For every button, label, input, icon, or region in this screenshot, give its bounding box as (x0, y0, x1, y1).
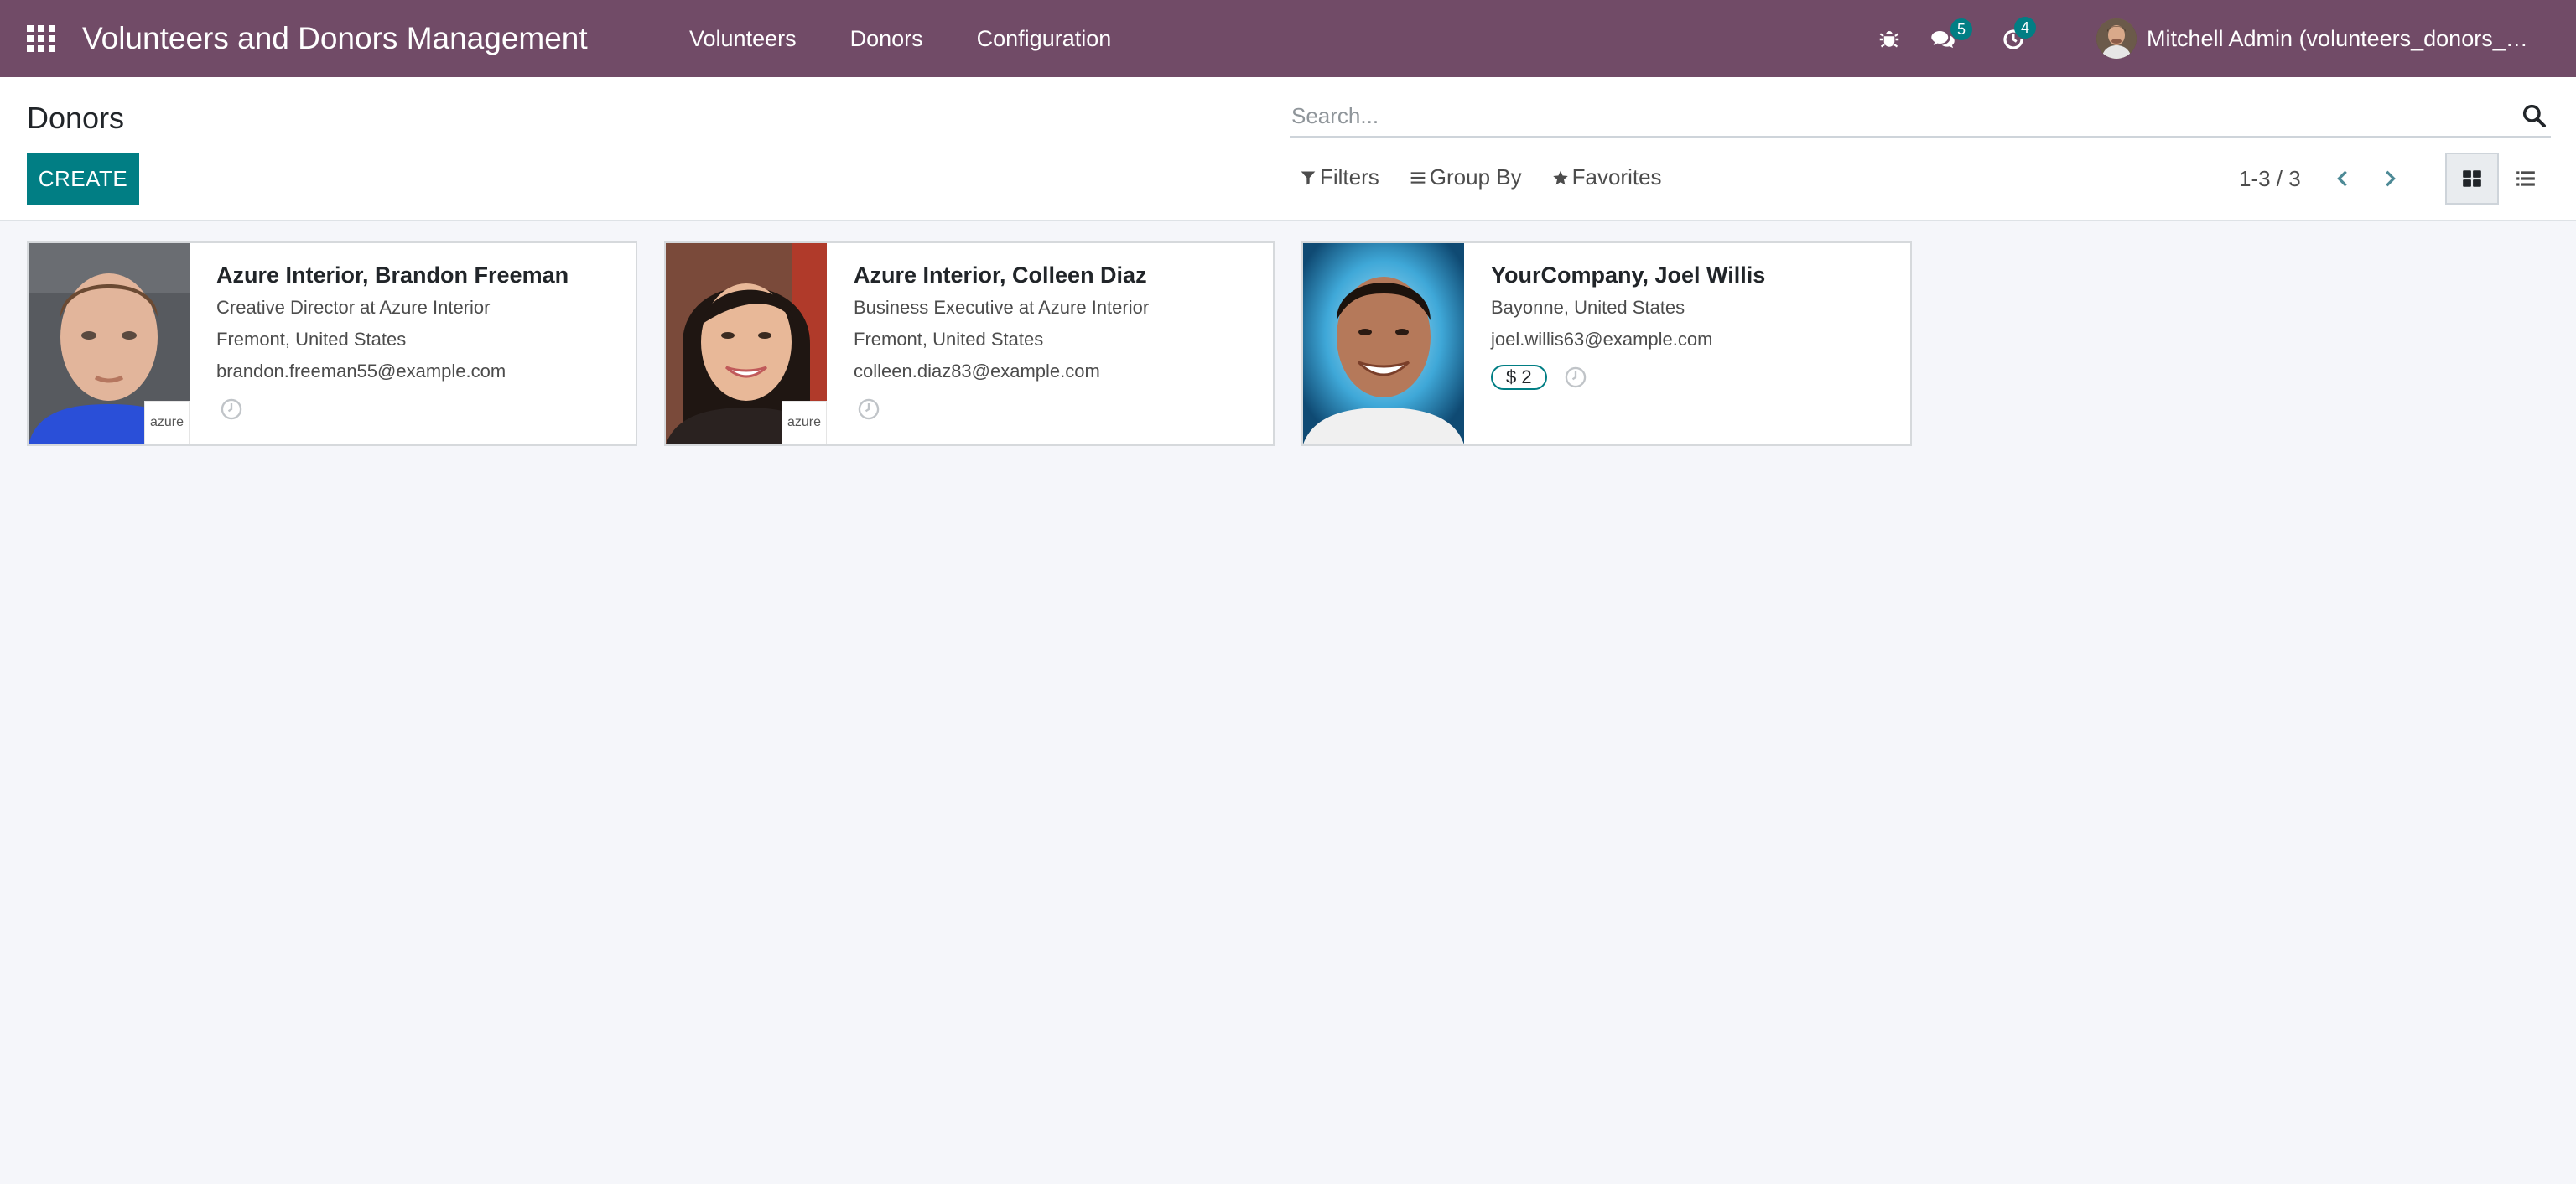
company-logo: azure (782, 401, 827, 444)
user-avatar[interactable] (2096, 18, 2137, 59)
messages-count-badge: 5 (1950, 18, 1972, 40)
contact-email: brandon.freeman55@example.com (216, 361, 506, 382)
group-by-button[interactable]: Group By (1410, 164, 1522, 190)
kanban-view: azure Azure Interior, Brandon Freeman Cr… (27, 241, 1912, 446)
contact-function: Creative Director at Azure Interior (216, 297, 491, 318)
list-view-button[interactable] (2499, 153, 2553, 205)
search-icon[interactable] (2521, 102, 2547, 129)
favorites-label: Favorites (1571, 164, 1662, 190)
contact-location: Bayonne, United States (1491, 297, 1685, 318)
card-footer (854, 394, 1263, 424)
menu-volunteers[interactable]: Volunteers (662, 0, 823, 77)
filters-button[interactable]: Filters (1300, 164, 1379, 190)
card-body: YourCompany, Joel Willis Bayonne, United… (1491, 258, 1900, 392)
card-footer (216, 394, 626, 424)
company-logo: azure (144, 401, 190, 444)
app-title[interactable]: Volunteers and Donors Management (82, 18, 588, 59)
filters-label: Filters (1320, 164, 1379, 190)
chevron-right-icon (2386, 170, 2396, 187)
activity-clock-icon[interactable] (857, 397, 880, 421)
card-body: Azure Interior, Brandon Freeman Creative… (216, 258, 626, 424)
contact-location: Fremont, United States (216, 329, 407, 350)
debug-bug-icon[interactable] (1872, 22, 1909, 55)
card-footer: $ 2 (1491, 362, 1900, 392)
user-menu-name[interactable]: Mitchell Admin (volunteers_donors_manage… (2147, 22, 2541, 55)
contact-name: Azure Interior, Brandon Freeman (216, 262, 569, 288)
contact-photo (1303, 243, 1464, 444)
search-input[interactable] (1290, 96, 2521, 135)
chevron-left-icon (2337, 170, 2347, 187)
filter-icon (1301, 171, 1316, 184)
menu-configuration[interactable]: Configuration (950, 0, 1139, 77)
donor-card[interactable]: YourCompany, Joel Willis Bayonne, United… (1301, 241, 1912, 446)
contact-email: colleen.diaz83@example.com (854, 361, 1100, 382)
apps-grid-icon[interactable] (27, 25, 55, 52)
messages-button[interactable]: 5 (1925, 18, 1972, 55)
contact-name: YourCompany, Joel Willis (1491, 262, 1766, 288)
contact-name: Azure Interior, Colleen Diaz (854, 262, 1147, 288)
create-button[interactable]: CREATE (27, 153, 139, 205)
donation-tag[interactable]: $ 2 (1491, 365, 1547, 390)
card-body: Azure Interior, Colleen Diaz Business Ex… (854, 258, 1263, 424)
top-navbar: Volunteers and Donors Management Volunte… (0, 0, 2576, 77)
donor-card[interactable]: azure Azure Interior, Brandon Freeman Cr… (27, 241, 637, 446)
star-icon (1552, 170, 1568, 184)
view-switcher (2445, 153, 2553, 205)
main-menu: Volunteers Donors Configuration (662, 0, 1138, 77)
contact-location: Fremont, United States (854, 329, 1044, 350)
pager-previous-button[interactable] (2324, 161, 2361, 196)
control-panel: Donors CREATE Filters Group By Favorites… (0, 77, 2576, 221)
menu-donors[interactable]: Donors (823, 0, 950, 77)
favorites-button[interactable]: Favorites (1552, 164, 1662, 190)
search-options: Filters Group By Favorites (1300, 164, 1662, 190)
activity-clock-icon[interactable] (220, 397, 243, 421)
pager-value[interactable]: 1-3 / 3 (2239, 163, 2301, 195)
list-view-icon (2516, 171, 2535, 186)
activity-clock-icon[interactable] (1564, 366, 1587, 389)
donor-card[interactable]: azure Azure Interior, Colleen Diaz Busin… (664, 241, 1275, 446)
page-title: Donors (27, 101, 125, 135)
contact-email: joel.willis63@example.com (1491, 329, 1713, 350)
activities-button[interactable]: 4 (1996, 17, 2036, 55)
kanban-grid-icon (2463, 170, 2481, 187)
kanban-view-button[interactable] (2445, 153, 2499, 205)
activities-count-badge: 4 (2014, 17, 2036, 39)
group-by-label: Group By (1429, 164, 1522, 190)
pager-next-button[interactable] (2371, 161, 2408, 196)
search-bar (1290, 96, 2551, 138)
list-bars-icon (1410, 171, 1426, 184)
contact-function: Business Executive at Azure Interior (854, 297, 1150, 318)
